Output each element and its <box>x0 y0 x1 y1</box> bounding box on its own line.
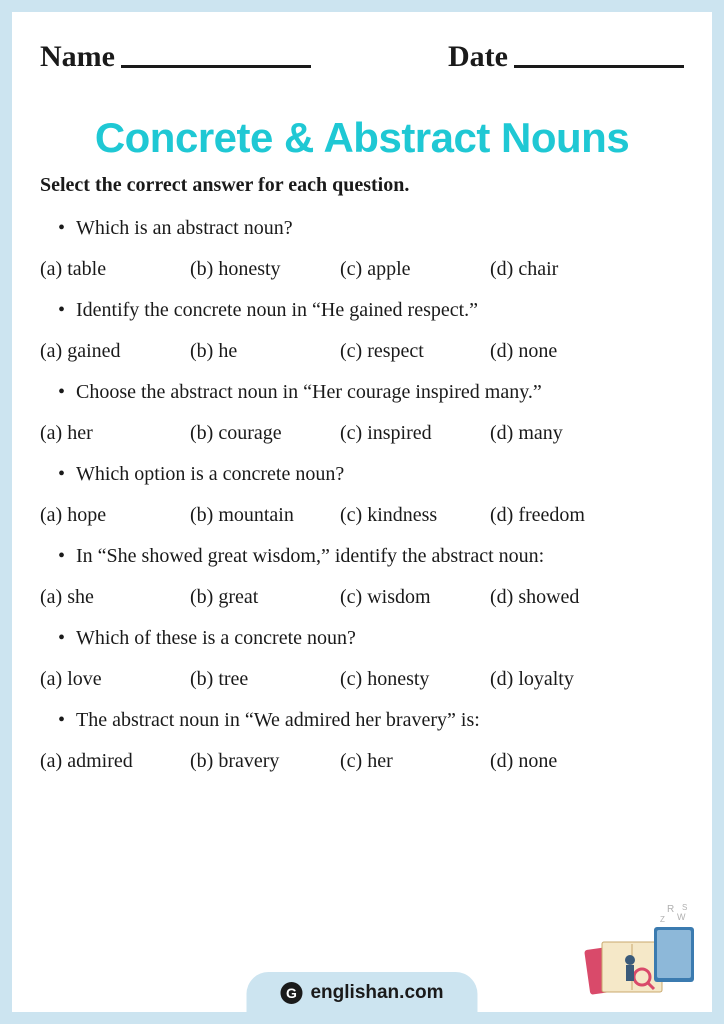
question-text: In “She showed great wisdom,” identify t… <box>40 545 684 568</box>
answer-option[interactable]: (b) mountain <box>190 504 340 527</box>
answer-option[interactable]: (c) inspired <box>340 422 490 445</box>
answer-option[interactable]: (d) freedom <box>490 504 640 527</box>
options-row: (a) table(b) honesty(c) apple(d) chair <box>40 258 684 281</box>
svg-text:W: W <box>677 912 686 922</box>
question-block: Choose the abstract noun in “Her courage… <box>40 381 684 445</box>
answer-option[interactable]: (b) courage <box>190 422 340 445</box>
footer-brand: G englishan.com <box>246 972 477 1012</box>
options-row: (a) hope(b) mountain(c) kindness(d) free… <box>40 504 684 527</box>
answer-option[interactable]: (c) honesty <box>340 668 490 691</box>
question-text: Which of these is a concrete noun? <box>40 627 684 650</box>
answer-option[interactable]: (b) tree <box>190 668 340 691</box>
svg-text:R: R <box>667 904 674 915</box>
options-row: (a) love(b) tree(c) honesty(d) loyalty <box>40 668 684 691</box>
answer-option[interactable]: (c) kindness <box>340 504 490 527</box>
answer-option[interactable]: (d) none <box>490 340 640 363</box>
question-block: Which is an abstract noun? (a) table(b) h… <box>40 217 684 281</box>
questions-container: Which is an abstract noun?(a) table(b) h… <box>40 217 684 773</box>
name-field: Name <box>40 40 311 74</box>
answer-option[interactable]: (a) her <box>40 422 190 445</box>
answer-option[interactable]: (c) apple <box>340 258 490 281</box>
question-block: Identify the concrete noun in “He gained… <box>40 299 684 363</box>
answer-option[interactable]: (c) her <box>340 750 490 773</box>
answer-option[interactable]: (d) many <box>490 422 640 445</box>
question-text: The abstract noun in “We admired her bra… <box>40 709 684 732</box>
answer-option[interactable]: (d) showed <box>490 586 640 609</box>
instructions-text: Select the correct answer for each quest… <box>40 174 684 197</box>
answer-option[interactable]: (b) he <box>190 340 340 363</box>
question-text: Choose the abstract noun in “Her courage… <box>40 381 684 404</box>
answer-option[interactable]: (d) none <box>490 750 640 773</box>
answer-option[interactable]: (b) bravery <box>190 750 340 773</box>
question-block: The abstract noun in “We admired her bra… <box>40 709 684 773</box>
question-text: Which is an abstract noun? <box>40 217 684 240</box>
answer-option[interactable]: (d) loyalty <box>490 668 640 691</box>
brand-logo-icon: G <box>280 982 302 1004</box>
date-field: Date <box>448 40 684 74</box>
date-label: Date <box>448 40 508 74</box>
options-row: (a) her(b) courage(c) inspired(d) many <box>40 422 684 445</box>
svg-text:Z: Z <box>660 915 665 924</box>
answer-option[interactable]: (b) honesty <box>190 258 340 281</box>
question-block: Which of these is a concrete noun? (a) lo… <box>40 627 684 691</box>
name-input-line[interactable] <box>121 65 311 68</box>
answer-option[interactable]: (c) wisdom <box>340 586 490 609</box>
answer-option[interactable]: (b) great <box>190 586 340 609</box>
answer-option[interactable]: (a) table <box>40 258 190 281</box>
answer-option[interactable]: (d) chair <box>490 258 640 281</box>
brand-text: englishan.com <box>310 982 443 1004</box>
answer-option[interactable]: (a) she <box>40 586 190 609</box>
name-label: Name <box>40 40 115 74</box>
worksheet-page: Name Date Concrete & Abstract Nouns Sele… <box>12 12 712 1012</box>
answer-option[interactable]: (a) admired <box>40 750 190 773</box>
answer-option[interactable]: (a) love <box>40 668 190 691</box>
options-row: (a) she(b) great(c) wisdom(d) showed <box>40 586 684 609</box>
worksheet-title: Concrete & Abstract Nouns <box>40 114 684 162</box>
question-text: Which option is a concrete noun? <box>40 463 684 486</box>
decorative-books-icon: R W Z S <box>582 892 702 1002</box>
question-block: In “She showed great wisdom,” identify t… <box>40 545 684 609</box>
question-text: Identify the concrete noun in “He gained… <box>40 299 684 322</box>
answer-option[interactable]: (c) respect <box>340 340 490 363</box>
options-row: (a) gained(b) he(c) respect(d) none <box>40 340 684 363</box>
header-row: Name Date <box>40 40 684 74</box>
question-block: Which option is a concrete noun? (a) hope… <box>40 463 684 527</box>
svg-text:S: S <box>682 903 687 912</box>
answer-option[interactable]: (a) hope <box>40 504 190 527</box>
options-row: (a) admired(b) bravery(c) her(d) none <box>40 750 684 773</box>
answer-option[interactable]: (a) gained <box>40 340 190 363</box>
date-input-line[interactable] <box>514 65 684 68</box>
